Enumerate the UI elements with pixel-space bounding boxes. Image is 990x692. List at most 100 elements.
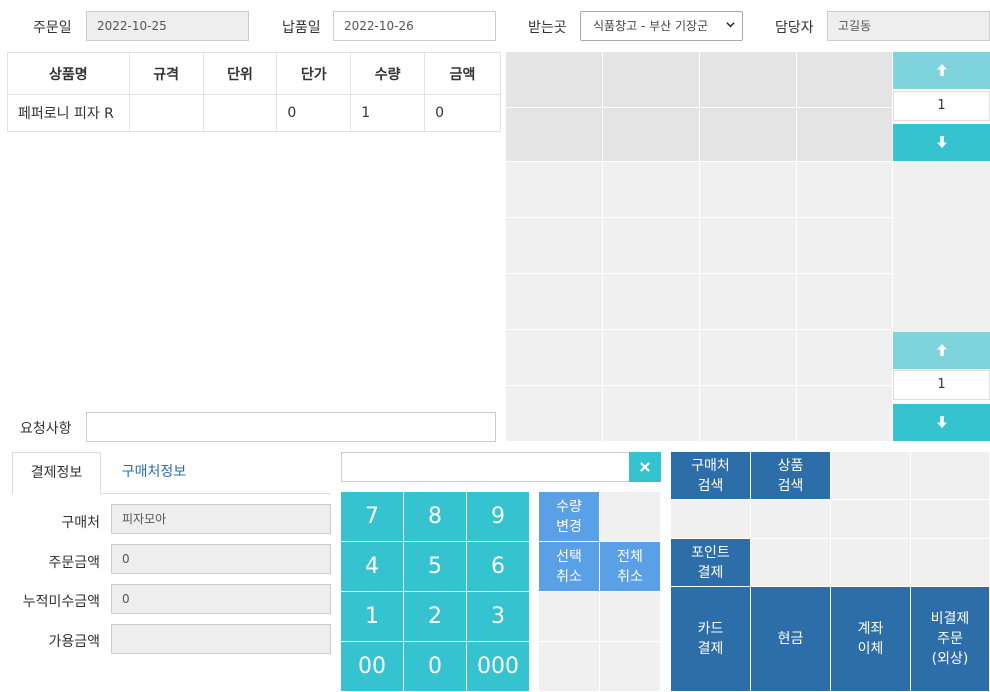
manager-label: 담당자 [775, 20, 814, 36]
action-blank [751, 539, 831, 587]
key-9[interactable]: 9 [467, 492, 530, 542]
key-6[interactable]: 6 [467, 542, 530, 592]
manager-field[interactable]: 고길동 [827, 11, 990, 41]
function-blank [600, 642, 661, 692]
product-tile[interactable] [797, 52, 893, 108]
all-cancel-button[interactable]: 전체 취소 [600, 542, 661, 592]
product-tile[interactable] [603, 218, 700, 274]
column-header: 수량 [350, 52, 426, 95]
card-pay-button[interactable]: 카드 결제 [671, 587, 751, 692]
key-00[interactable]: 00 [341, 642, 404, 692]
key-3[interactable]: 3 [467, 592, 530, 642]
tab-buyer-info[interactable]: 구매처정보 [104, 452, 204, 494]
product-grid [506, 52, 893, 442]
credit-order-button[interactable]: 비결제 주문 (외상) [911, 587, 990, 692]
page-number: 1 [893, 91, 990, 121]
product-tile[interactable] [506, 52, 603, 108]
product-tile[interactable] [700, 274, 797, 330]
qty-change-button[interactable]: 수량 변경 [539, 492, 600, 542]
delivery-date-field[interactable]: 2022-10-26 [333, 11, 496, 41]
function-blank [539, 642, 600, 692]
product-tile[interactable] [603, 162, 700, 218]
product-tile[interactable] [797, 274, 893, 330]
product-tile[interactable] [700, 108, 797, 162]
key-4[interactable]: 4 [341, 542, 404, 592]
available-label: 가용금액 [48, 634, 100, 650]
product-tile[interactable] [506, 218, 603, 274]
product-tile[interactable] [700, 218, 797, 274]
tab-payment-info[interactable]: 결제정보 [12, 452, 101, 494]
product-search-button[interactable]: 상품 검색 [751, 452, 831, 500]
column-header: 금액 [424, 52, 501, 95]
column-header: 규격 [128, 52, 204, 95]
product-tile[interactable] [603, 108, 700, 162]
arrow-down-icon [937, 416, 947, 428]
key-8[interactable]: 8 [404, 492, 467, 542]
page-up-button[interactable] [893, 332, 990, 369]
page-down-button[interactable] [893, 124, 990, 161]
function-blank [539, 592, 600, 642]
function-blank [600, 492, 661, 542]
order-amount-label: 주문금액 [48, 555, 100, 571]
clear-button[interactable] [629, 452, 661, 482]
cell-unit [202, 94, 278, 132]
unpaid-label: 누적미수금액 [22, 594, 100, 610]
action-blank [751, 500, 831, 539]
order-amount-field: 0 [111, 544, 331, 574]
cell-amount: 0 [424, 94, 501, 132]
action-blank [911, 539, 990, 587]
request-label: 요청사항 [20, 421, 72, 437]
chevron-down-icon [726, 22, 735, 28]
product-tile[interactable] [603, 330, 700, 386]
product-tile[interactable] [797, 330, 893, 386]
page-up-button[interactable] [893, 52, 990, 89]
request-input[interactable] [86, 412, 496, 442]
product-tile[interactable] [603, 274, 700, 330]
product-tile[interactable] [603, 386, 700, 442]
product-tile[interactable] [797, 108, 893, 162]
column-header: 단위 [202, 52, 278, 95]
product-tile[interactable] [506, 330, 603, 386]
point-pay-button[interactable]: 포인트 결제 [671, 539, 751, 587]
order-table: 상품명 규격 단위 단가 수량 금액 페퍼로니 피자 R 0 1 0 [7, 52, 501, 132]
product-tile[interactable] [797, 218, 893, 274]
product-tile[interactable] [506, 108, 603, 162]
page-down-button[interactable] [893, 404, 990, 441]
cash-button[interactable]: 현금 [751, 587, 831, 692]
unpaid-field: 0 [111, 584, 331, 614]
key-000[interactable]: 000 [467, 642, 530, 692]
transfer-button[interactable]: 계좌 이체 [831, 587, 911, 692]
buyer-search-button[interactable]: 구매처 검색 [671, 452, 751, 500]
product-tile[interactable] [797, 162, 893, 218]
order-date-label: 주문일 [33, 20, 72, 36]
receiver-select-value: 식품창고 - 부산 기장군 [593, 19, 709, 33]
order-date-field[interactable]: 2022-10-25 [86, 11, 249, 41]
product-tile[interactable] [506, 274, 603, 330]
receiver-select[interactable]: 식품창고 - 부산 기장군 [580, 11, 743, 41]
order-table-header: 상품명 규격 단위 단가 수량 금액 [7, 52, 501, 95]
product-tile[interactable] [700, 162, 797, 218]
product-tile[interactable] [700, 386, 797, 442]
product-tile[interactable] [603, 52, 700, 108]
product-tile[interactable] [700, 52, 797, 108]
action-blank [831, 539, 911, 587]
cell-unit-price: 0 [276, 94, 352, 132]
column-header: 상품명 [7, 52, 130, 95]
select-cancel-button[interactable]: 선택 취소 [539, 542, 600, 592]
product-tile[interactable] [797, 386, 893, 442]
table-row[interactable]: 페퍼로니 피자 R 0 1 0 [7, 94, 501, 132]
key-0[interactable]: 0 [404, 642, 467, 692]
product-pager: 1 1 [893, 52, 990, 442]
product-tile[interactable] [700, 330, 797, 386]
arrow-down-icon [937, 136, 947, 148]
product-tile[interactable] [506, 386, 603, 442]
product-tile[interactable] [506, 162, 603, 218]
keypad-input[interactable] [341, 452, 630, 482]
key-1[interactable]: 1 [341, 592, 404, 642]
key-7[interactable]: 7 [341, 492, 404, 542]
key-5[interactable]: 5 [404, 542, 467, 592]
action-blank [831, 452, 911, 500]
pager-spacer [893, 162, 990, 332]
key-2[interactable]: 2 [404, 592, 467, 642]
function-blank [600, 592, 661, 642]
